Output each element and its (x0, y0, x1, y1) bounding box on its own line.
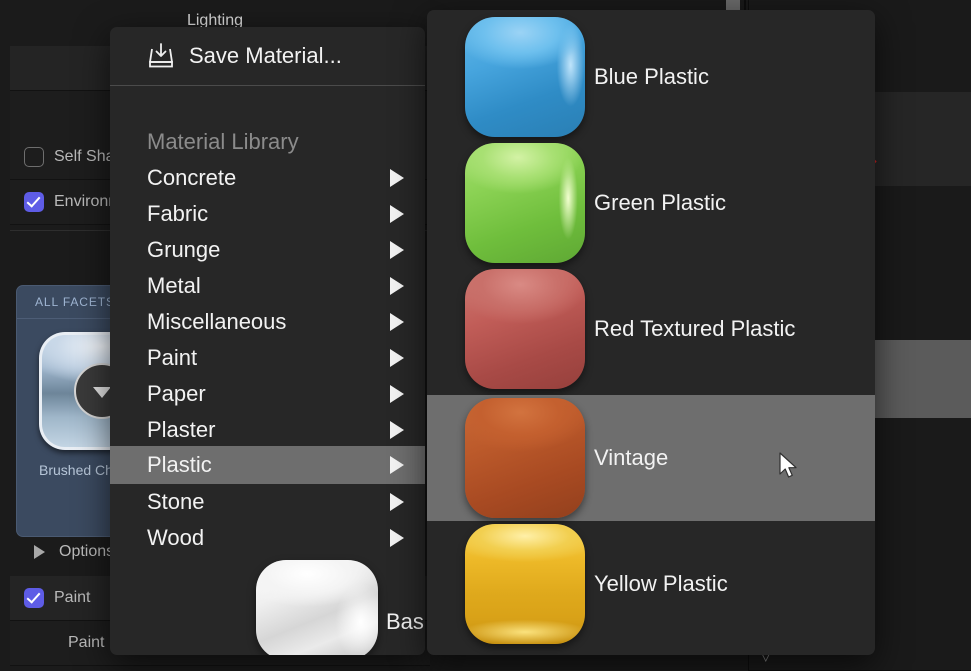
save-material-label: Save Material... (189, 43, 342, 69)
yellow-plastic-swatch (465, 524, 585, 644)
submenu-arrow-icon (390, 277, 404, 295)
submenu-arrow-icon (390, 456, 404, 474)
submenu-item-label: Vintage (594, 395, 668, 521)
menu-item-label: Paint (147, 345, 197, 371)
submenu-item-label: Yellow Plastic (594, 521, 728, 647)
mouse-pointer-icon (779, 452, 799, 482)
submenu-arrow-icon (390, 313, 404, 331)
paint-checkbox[interactable] (24, 588, 44, 608)
menu-item-wood[interactable]: Wood (110, 520, 425, 556)
plastic-submenu: Blue Plastic Green Plastic Red Textured … (427, 10, 875, 655)
submenu-arrow-icon (390, 205, 404, 223)
menu-item-fabric[interactable]: Fabric (110, 196, 425, 232)
menu-item-label: Wood (147, 525, 204, 551)
environment-checkbox[interactable] (24, 192, 44, 212)
material-library-menu: Save Material... Material Library Concre… (110, 27, 425, 655)
menu-item-miscellaneous[interactable]: Miscellaneous (110, 304, 425, 340)
menu-item-label: Grunge (147, 237, 220, 263)
submenu-item-blue-plastic[interactable]: Blue Plastic (427, 14, 875, 140)
menu-item-label: Paper (147, 381, 206, 407)
white-plastic-swatch (256, 560, 378, 655)
menu-item-plaster[interactable]: Plaster (110, 412, 425, 448)
submenu-arrow-icon (390, 385, 404, 403)
save-tray-download-icon (147, 42, 175, 70)
application-window: Lighting Lighting Intensity Self Shadows… (0, 0, 971, 670)
vintage-swatch (465, 398, 585, 518)
submenu-item-label: Red Textured Plastic (594, 266, 795, 392)
inspector-row-label: Paint (68, 634, 104, 652)
red-textured-plastic-swatch (465, 269, 585, 389)
submenu-arrow-icon (390, 169, 404, 187)
menu-item-stone[interactable]: Stone (110, 484, 425, 520)
submenu-arrow-icon (390, 421, 404, 439)
menu-item-concrete[interactable]: Concrete (110, 160, 425, 196)
inspector-row-label: Paint (54, 589, 90, 607)
submenu-item-yellow-plastic[interactable]: Yellow Plastic (427, 521, 875, 647)
submenu-item-label: Blue Plastic (594, 14, 709, 140)
menu-item-label: Plaster (147, 417, 215, 443)
self-shadows-checkbox[interactable] (24, 147, 44, 167)
blue-plastic-swatch (465, 17, 585, 137)
menu-item-grunge[interactable]: Grunge (110, 232, 425, 268)
menu-item-label: Fabric (147, 201, 208, 227)
menu-section-header-label: Material Library (147, 129, 299, 155)
menu-separator (110, 85, 425, 86)
menu-item-save-material[interactable]: Save Material... (110, 27, 425, 85)
submenu-arrow-icon (390, 493, 404, 511)
menu-item-plastic[interactable]: Plastic (110, 446, 425, 484)
menu-item-metal[interactable]: Metal (110, 268, 425, 304)
menu-item-label: Concrete (147, 165, 236, 191)
menu-section-header: Material Library (110, 126, 425, 158)
menu-item-label: Metal (147, 273, 201, 299)
green-plastic-swatch (465, 143, 585, 263)
submenu-arrow-icon (390, 529, 404, 547)
submenu-item-label: Green Plastic (594, 140, 726, 266)
submenu-item-green-plastic[interactable]: Green Plastic (427, 140, 875, 266)
menu-item-label: Miscellaneous (147, 309, 286, 335)
menu-item-basic[interactable]: Basic (110, 554, 425, 655)
menu-item-paper[interactable]: Paper (110, 376, 425, 412)
menu-item-label: Stone (147, 489, 205, 515)
menu-item-paint[interactable]: Paint (110, 340, 425, 376)
submenu-arrow-icon (390, 349, 404, 367)
menu-item-label: Basic (386, 609, 425, 635)
submenu-item-vintage[interactable]: Vintage (427, 395, 875, 521)
options-label: Options (59, 543, 114, 561)
submenu-arrow-icon (390, 241, 404, 259)
disclosure-triangle-icon[interactable] (34, 545, 45, 559)
submenu-item-red-textured-plastic[interactable]: Red Textured Plastic (427, 266, 875, 392)
menu-item-label: Plastic (147, 452, 212, 478)
